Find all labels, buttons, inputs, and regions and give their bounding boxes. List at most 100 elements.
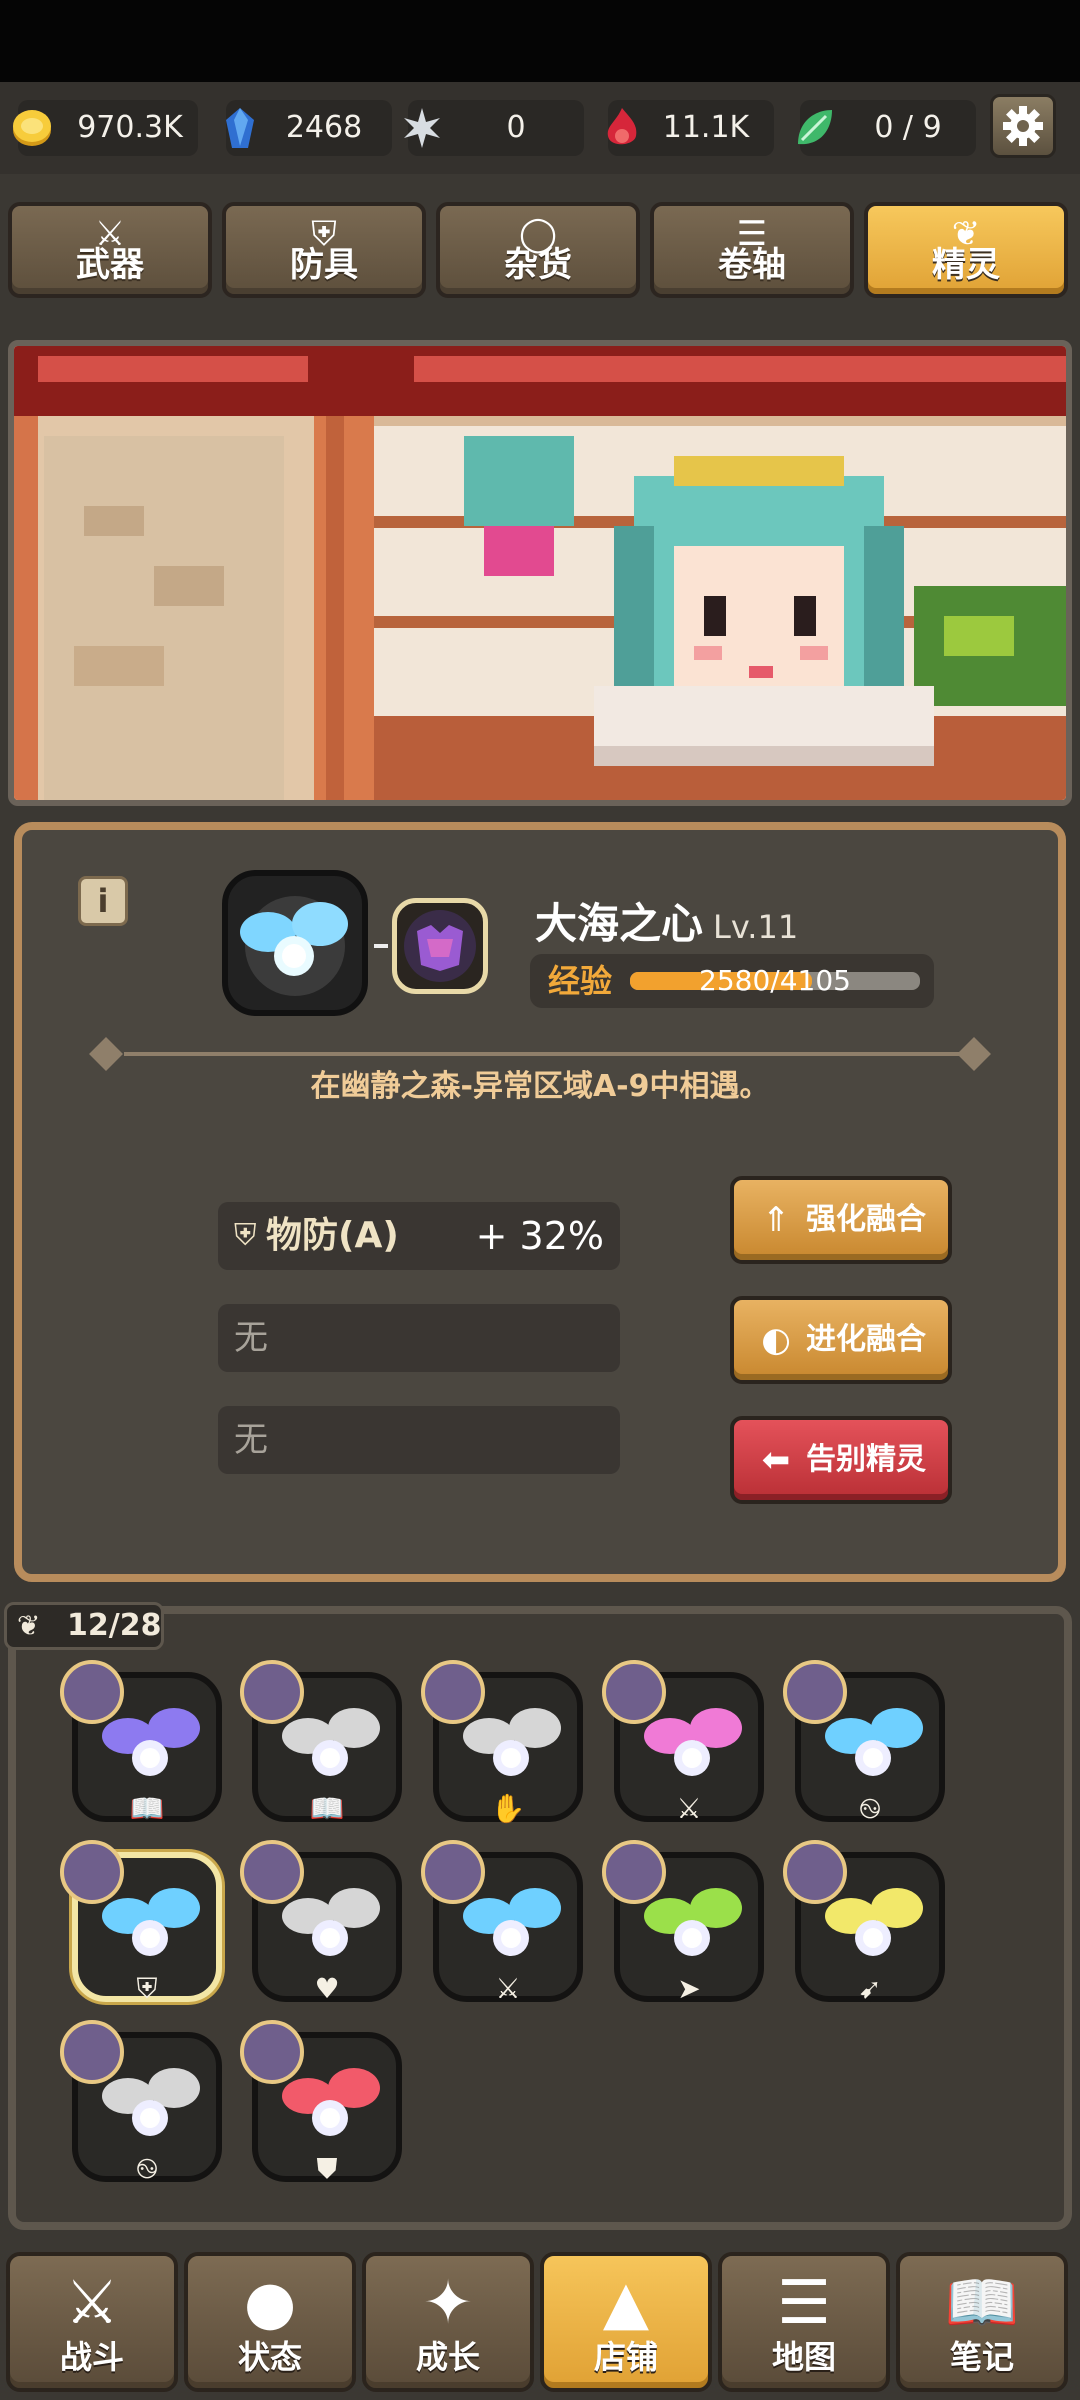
tab-goods-label: 杂货 <box>504 245 572 285</box>
fairy-name: 大海之心 Lv.11 <box>535 890 798 951</box>
equipment-badge <box>240 2020 304 2084</box>
resource-flame: 11.1K <box>607 100 774 156</box>
enhance-fusion-button[interactable]: ⇑ 强化融合 <box>730 1176 952 1264</box>
flame-value: 11.1K <box>662 110 750 145</box>
fairy-name-text: 大海之心 <box>535 899 704 948</box>
stat-row-1: ⛨ 物防(A) + 32% <box>218 1202 620 1270</box>
tab-scrolls[interactable]: ☰ 卷轴 <box>650 202 854 298</box>
equipment-badge <box>783 1840 847 1904</box>
shopkeeper-illustration <box>14 346 1066 800</box>
resource-gold: 970.3K <box>13 100 198 156</box>
stat-empty-label: 无 <box>234 1420 268 1460</box>
evolve-fusion-label: 进化融合 <box>806 1322 926 1357</box>
sword-icon: ⚔ <box>495 1972 521 2005</box>
tab-weapons[interactable]: ⚔ 武器 <box>8 202 212 298</box>
tab-fairies[interactable]: ❦ 精灵 <box>864 202 1068 298</box>
status-strip <box>0 0 1080 82</box>
equipment-badge <box>421 1660 485 1724</box>
gold-coin-icon <box>13 110 51 146</box>
fairy-slot[interactable]: ⛨ <box>60 1840 222 2005</box>
fairy-slot[interactable]: ✋ <box>421 1660 583 1825</box>
sword-target-icon: ⚔ <box>676 1792 702 1825</box>
settings-button[interactable] <box>990 94 1056 158</box>
nav-notes-label: 笔记 <box>949 2338 1014 2376</box>
tab-goods[interactable]: ◯ 杂货 <box>436 202 640 298</box>
inventory-count: ❦ 12/28 <box>4 1602 164 1650</box>
resource-crystal: 2468 <box>226 100 392 156</box>
equipment-badge <box>602 1840 666 1904</box>
fairy-blue-wings-icon <box>240 896 348 996</box>
nav-map[interactable]: ☰ 地图 <box>718 2252 890 2392</box>
inventory-count-text: 12/28 <box>67 1608 162 1643</box>
nav-status[interactable]: ● 状态 <box>184 2252 356 2392</box>
stat-row-2: 无 <box>218 1304 620 1372</box>
stat-value: + 32% <box>475 1214 604 1258</box>
exp-value: 2580/4105 <box>699 964 851 997</box>
enhance-fusion-label: 强化融合 <box>806 1202 926 1237</box>
person-icon: ● <box>243 2268 297 2338</box>
fairy-portrait <box>222 870 368 1016</box>
tab-armor[interactable]: ⛨ 防具 <box>222 202 426 298</box>
fairy-slot[interactable]: ♥ <box>240 1840 402 2005</box>
equipment-badge <box>240 1660 304 1724</box>
link-dash <box>374 944 388 948</box>
fairy-slot[interactable]: ⛊ <box>240 2020 402 2185</box>
crossed-swords-icon: ⚔ <box>65 2268 119 2338</box>
fairy-slot[interactable]: 📖 <box>60 1660 222 1824</box>
fairy-slot[interactable]: ⚔ <box>602 1660 764 1825</box>
fairy-level: Lv.11 <box>713 908 799 946</box>
stat-empty-label: 无 <box>234 1318 268 1358</box>
nav-status-label: 状态 <box>237 2338 302 2376</box>
heart-icon: ♥ <box>314 1972 340 2005</box>
nav-notes[interactable]: 📖 笔记 <box>896 2252 1068 2392</box>
up-arrow-icon: ⇑ <box>761 1200 791 1240</box>
equipment-badge <box>602 1660 666 1724</box>
farewell-fairy-button[interactable]: ⬅ 告别精灵 <box>730 1416 952 1504</box>
star-value: 0 <box>506 110 526 145</box>
arrow-icon: ➹ <box>858 1972 882 2005</box>
hand-icon: ✋ <box>490 1792 526 1825</box>
equipment-badge <box>783 1660 847 1724</box>
swirl-icon: ࿊ <box>859 1792 881 1825</box>
tab-weapons-label: 武器 <box>76 245 144 285</box>
tent-icon: ▲ <box>602 2268 650 2338</box>
nav-growth[interactable]: ✦ 成长 <box>362 2252 534 2392</box>
green-leaf-gem-icon <box>798 110 832 145</box>
info-button[interactable]: i <box>78 876 128 926</box>
gear-icon <box>1003 106 1043 146</box>
fairy-wings-icon: ❦ <box>17 1609 41 1642</box>
equipment-badge <box>421 1840 485 1904</box>
shop-scene <box>8 340 1072 806</box>
leaf-gem-value: 0 / 9 <box>874 110 942 145</box>
exp-label: 经验 <box>548 962 613 1000</box>
tab-armor-label: 防具 <box>290 245 358 285</box>
fairy-slot[interactable]: ࿊ <box>783 1660 945 1825</box>
fairy-slot[interactable]: ➹ <box>783 1840 945 2005</box>
resource-star: 0 <box>404 100 584 156</box>
resource-leaf-gem: 0 / 9 <box>798 100 976 156</box>
shield-icon: ⛨ <box>234 1218 257 1253</box>
shield-icon: ⛨ <box>136 1972 158 2005</box>
nav-battle-label: 战斗 <box>59 2338 124 2376</box>
gold-value: 970.3K <box>77 110 183 145</box>
equipment-badge <box>60 1840 124 1904</box>
silver-star-icon <box>404 108 440 148</box>
stat-label: 物防(A) <box>266 1215 399 1256</box>
equipped-armor-slot[interactable] <box>392 898 488 994</box>
tab-scrolls-label: 卷轴 <box>718 245 786 285</box>
book-icon: 📖 <box>309 1792 345 1825</box>
boot-icon: ➤ <box>677 1972 701 2005</box>
equipment-badge <box>60 2020 124 2084</box>
fairy-slot[interactable]: ⚔ <box>421 1840 583 2005</box>
evolve-fusion-button[interactable]: ◐ 进化融合 <box>730 1296 952 1384</box>
fairy-slot[interactable]: ➤ <box>602 1840 764 2005</box>
book-icon: 📖 <box>944 2268 1020 2338</box>
left-arrow-icon: ⬅ <box>761 1440 791 1480</box>
crystal-value: 2468 <box>285 110 363 145</box>
moon-icon: ◐ <box>761 1320 791 1360</box>
nav-battle[interactable]: ⚔ 战斗 <box>6 2252 178 2392</box>
fairy-slot[interactable]: 📖 <box>240 1660 402 1825</box>
nav-shop[interactable]: ▲ 店铺 <box>540 2252 712 2392</box>
armor-icon: ⛊ <box>316 2152 338 2185</box>
fairy-slot[interactable]: ࿊ <box>60 2020 222 2184</box>
